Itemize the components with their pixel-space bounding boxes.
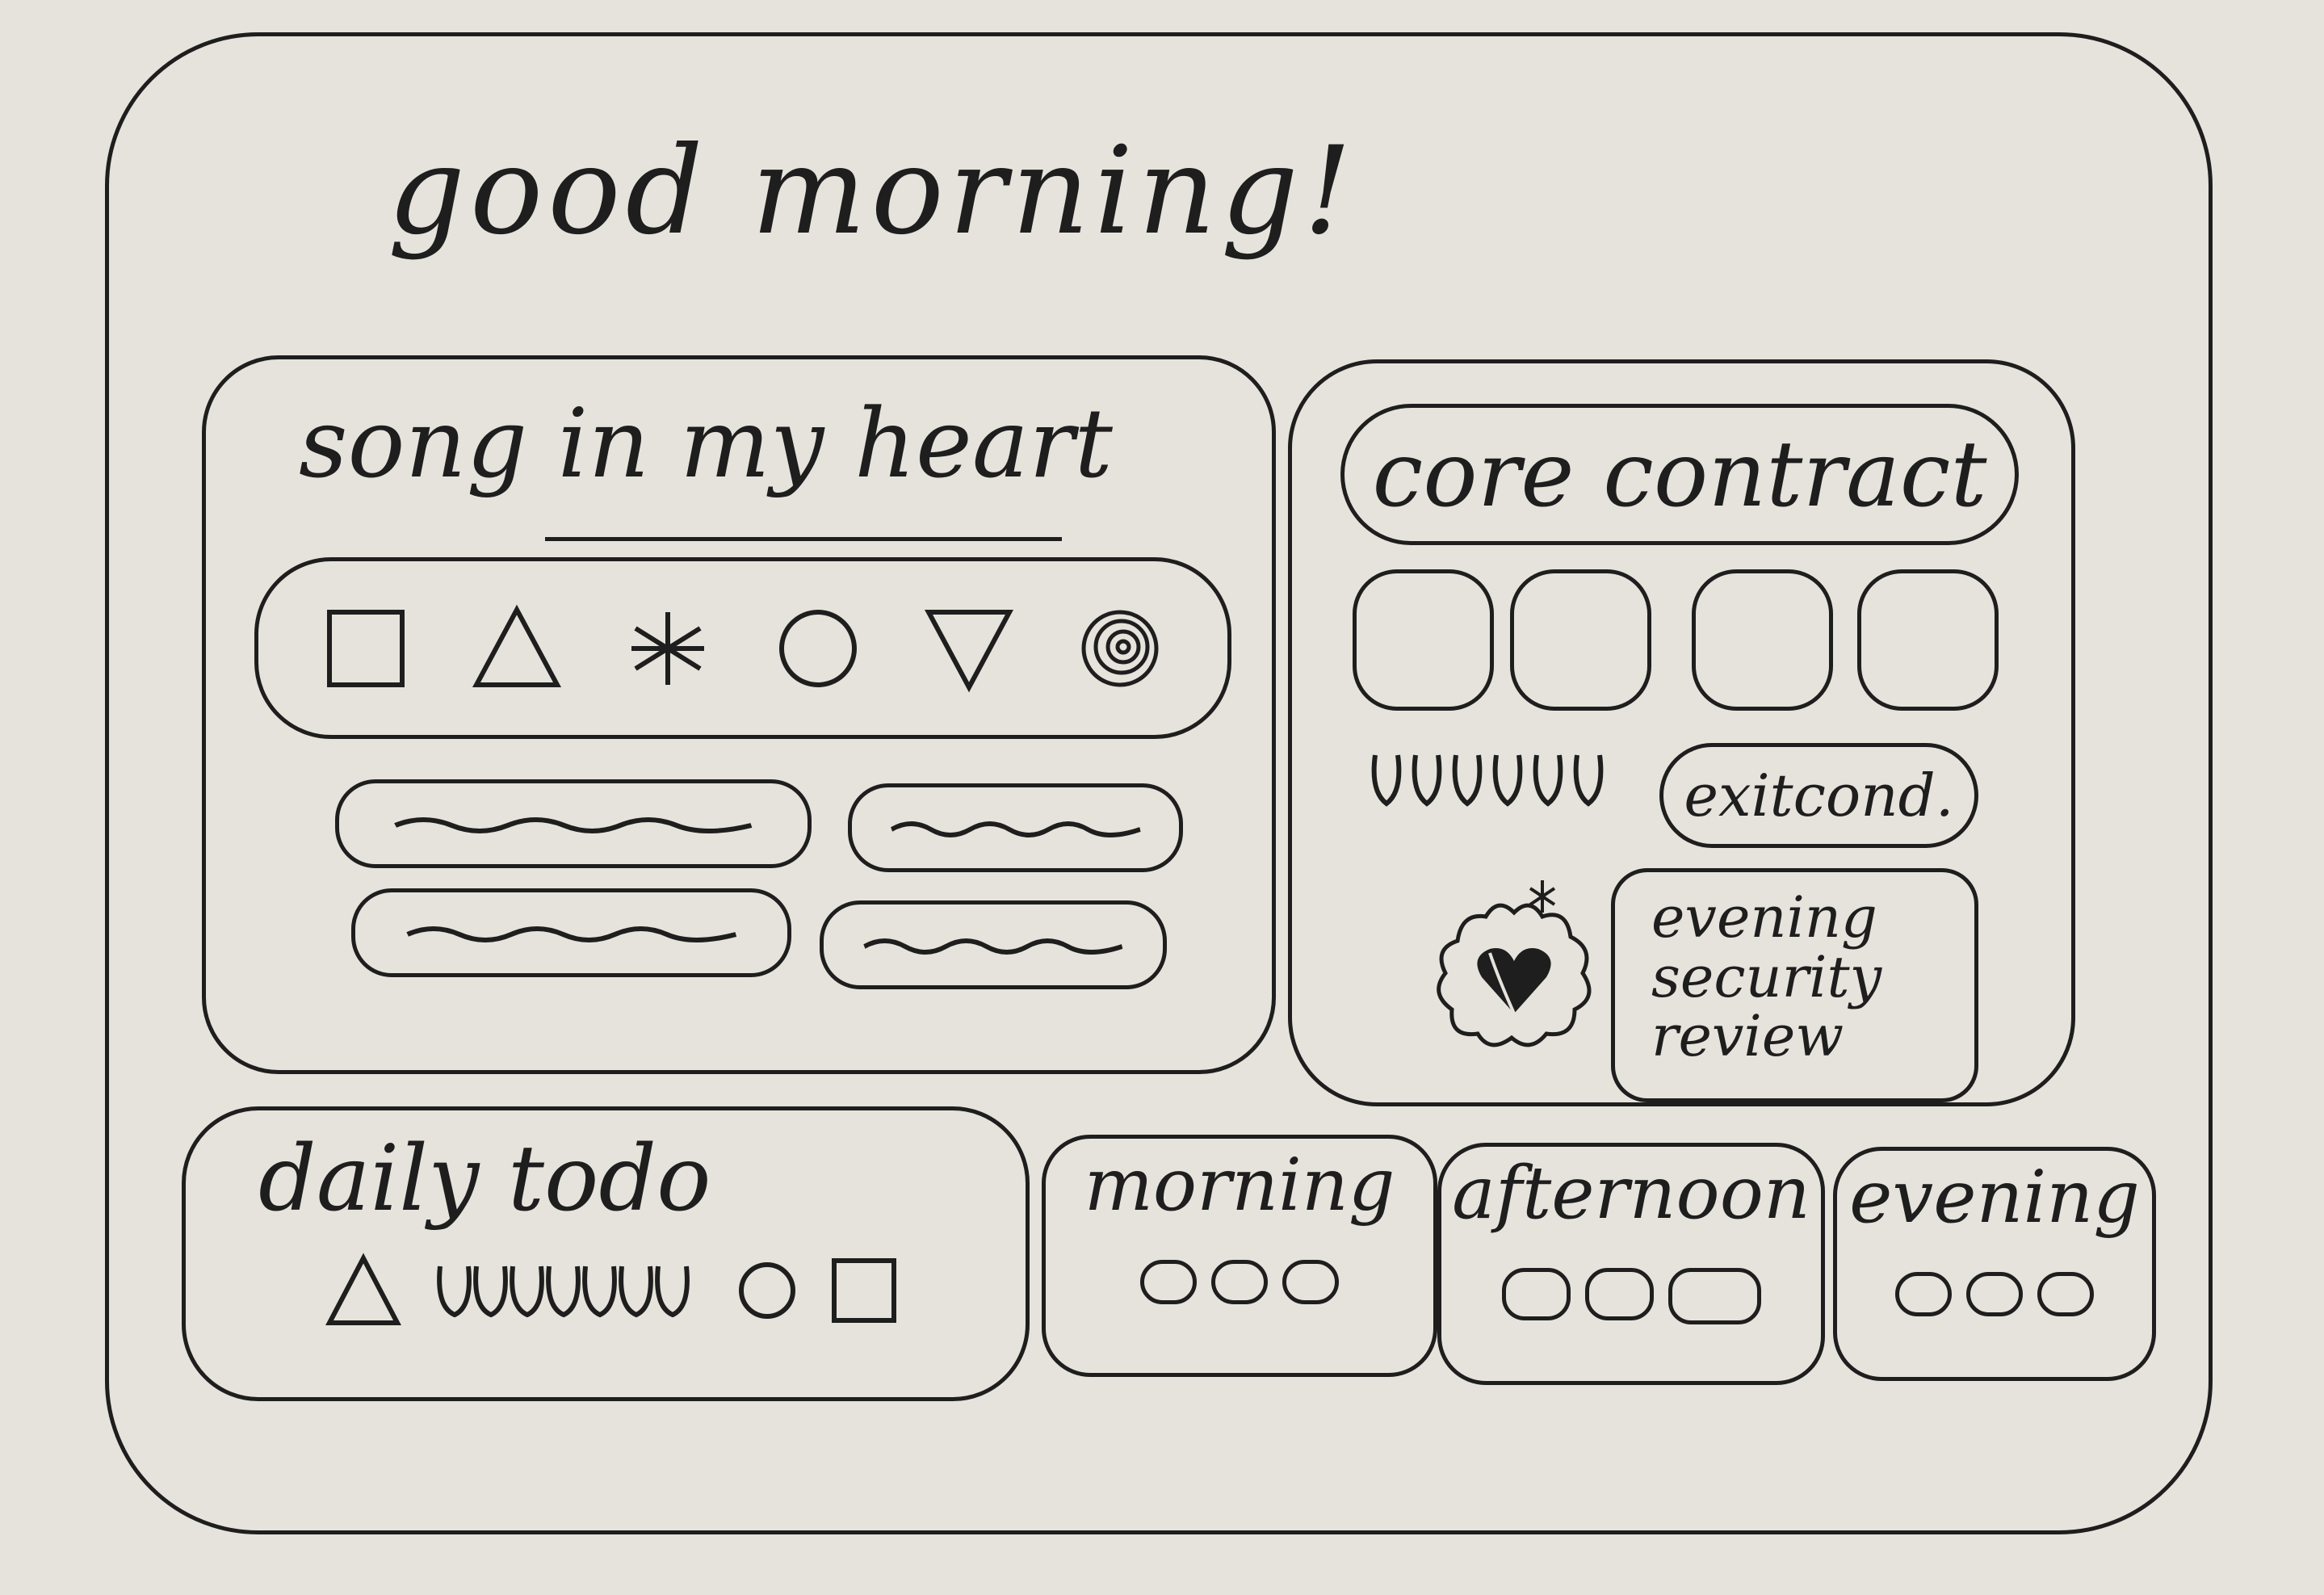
core-contract-title[interactable]: core contract: [1340, 404, 2019, 545]
daily-todo-title: daily todo: [258, 1127, 711, 1232]
drop-icon: [1573, 754, 1604, 807]
song-title-underline: [545, 537, 1062, 541]
asterisk-icon[interactable]: [619, 600, 716, 697]
contract-slot-4[interactable]: [1857, 569, 1999, 711]
spiral-icon[interactable]: [1072, 600, 1168, 697]
evening-panel[interactable]: evening: [1833, 1147, 2156, 1381]
afternoon-label: afternoon: [1452, 1151, 1810, 1236]
heart-badge-icon[interactable]: [1421, 880, 1607, 1066]
squiggle-line-icon: [890, 821, 1141, 837]
drop-icon: [1371, 754, 1402, 807]
greeting-title: good morning!: [388, 121, 1357, 262]
afternoon-panel[interactable]: afternoon: [1437, 1143, 1825, 1385]
core-contract-panel: core contract exitcond. evening security…: [1288, 359, 2075, 1106]
contract-slot-2[interactable]: [1510, 569, 1651, 711]
song-item-3[interactable]: [351, 888, 791, 977]
drop-icon: [1492, 754, 1523, 807]
drop-icon: [1412, 754, 1442, 807]
triangle-icon[interactable]: [468, 600, 565, 697]
morning-slot-3[interactable]: [1282, 1260, 1339, 1304]
song-panel: song in my heart: [202, 355, 1276, 1074]
inverted-triangle-icon[interactable]: [921, 600, 1017, 697]
drop-icon: [1533, 754, 1563, 807]
afternoon-slots: [1441, 1268, 1821, 1324]
morning-slot-1[interactable]: [1140, 1260, 1197, 1304]
contract-slot-3[interactable]: [1692, 569, 1833, 711]
morning-label: morning: [1084, 1143, 1395, 1228]
evening-slots: [1837, 1272, 2152, 1316]
evening-slot-3[interactable]: [2037, 1272, 2094, 1316]
song-item-1[interactable]: [335, 779, 812, 868]
shape-selector-bar: [254, 557, 1231, 739]
evening-security-review-card[interactable]: evening security review: [1611, 868, 1978, 1102]
morning-slots: [1046, 1260, 1433, 1304]
triangle-icon[interactable]: [323, 1252, 404, 1328]
morning-panel[interactable]: morning: [1042, 1135, 1437, 1377]
song-panel-title: song in my heart: [299, 388, 1113, 499]
evening-label: evening: [1849, 1155, 2140, 1240]
drop-marks-row: [1369, 747, 1606, 812]
afternoon-slot-1[interactable]: [1501, 1268, 1571, 1320]
afternoon-slot-2[interactable]: [1584, 1268, 1654, 1320]
squiggle-line-icon: [394, 817, 753, 833]
song-item-2[interactable]: [848, 783, 1183, 872]
drop-icon: [1452, 754, 1483, 807]
song-item-4[interactable]: [820, 900, 1167, 989]
todo-icons-row: [323, 1252, 900, 1328]
squiggle-line-icon: [863, 938, 1123, 955]
squiggle-line-icon: [405, 926, 736, 942]
contract-slot-1[interactable]: [1353, 569, 1494, 711]
daily-todo-panel: daily todo: [182, 1106, 1030, 1401]
square-icon[interactable]: [828, 1254, 900, 1327]
afternoon-slot-3[interactable]: [1667, 1268, 1761, 1324]
circle-icon[interactable]: [770, 600, 866, 697]
evening-slot-2[interactable]: [1966, 1272, 2023, 1316]
circle-icon[interactable]: [735, 1258, 799, 1323]
exit-condition-button[interactable]: exitcond.: [1659, 743, 1978, 848]
drops-group-icon[interactable]: [432, 1254, 707, 1327]
square-icon[interactable]: [317, 600, 414, 697]
evening-slot-1[interactable]: [1895, 1272, 1952, 1316]
morning-slot-2[interactable]: [1211, 1260, 1268, 1304]
